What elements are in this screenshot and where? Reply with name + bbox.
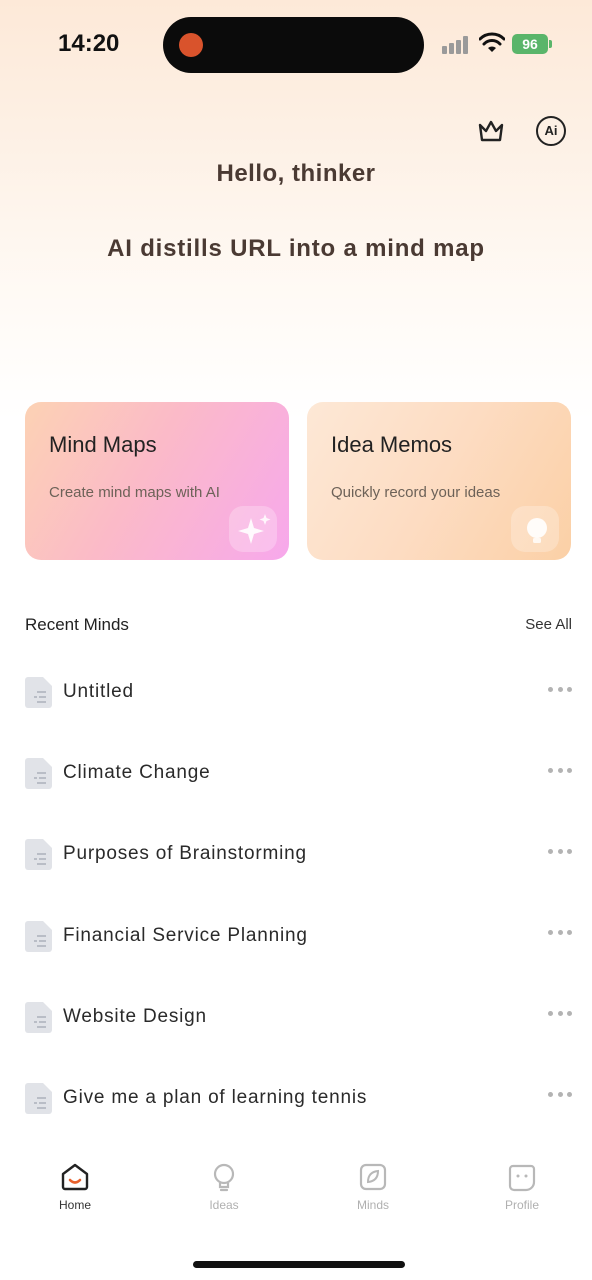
more-options-icon[interactable]: [548, 1008, 572, 1020]
lightbulb-icon: [213, 1163, 235, 1192]
mind-maps-card[interactable]: Mind Maps Create mind maps with AI: [25, 402, 289, 560]
sparkle-icon: [229, 506, 277, 552]
more-options-icon[interactable]: [548, 845, 572, 857]
tab-label: Minds: [356, 1198, 389, 1212]
recording-indicator-icon: [179, 33, 203, 57]
home-indicator: [193, 1261, 405, 1268]
list-item[interactable]: Give me a plan of learning tennis: [0, 1056, 592, 1137]
ai-assistant-button[interactable]: Ai: [536, 116, 566, 146]
item-title: Untitled: [63, 681, 134, 702]
profile-icon: [508, 1164, 536, 1192]
status-bar: 14:20 96: [0, 0, 592, 90]
more-options-icon[interactable]: [548, 683, 572, 695]
lightbulb-icon: [511, 506, 559, 552]
home-icon: [61, 1163, 89, 1191]
tab-bar: Home Ideas Minds Profile: [0, 1150, 592, 1230]
item-title: Purposes of Brainstorming: [63, 843, 307, 865]
wifi-icon: [479, 32, 505, 52]
item-title: Financial Service Planning: [63, 924, 308, 946]
tab-label: Profile: [504, 1198, 539, 1212]
recent-minds-list: Untitled Climate Change Purposes of Brai…: [0, 650, 592, 1137]
signal-icon: [442, 34, 472, 54]
section-title: Recent Minds: [25, 615, 129, 634]
greeting: Hello, thinker: [0, 160, 592, 213]
document-icon: [25, 758, 52, 790]
item-title: Website Design: [63, 1005, 207, 1027]
tab-minds[interactable]: Minds: [323, 1162, 423, 1212]
more-options-icon[interactable]: [548, 764, 572, 776]
card-subtitle: Quickly record your ideas: [331, 484, 501, 501]
item-title: Give me a plan of learning tennis: [63, 1086, 368, 1108]
leaf-icon: [359, 1163, 387, 1191]
dynamic-island: [163, 17, 424, 73]
card-title: Idea Memos: [331, 432, 453, 457]
document-icon: [25, 839, 52, 871]
tab-home[interactable]: Home: [25, 1162, 125, 1212]
list-item[interactable]: Purposes of Brainstorming: [0, 812, 592, 893]
tab-label: Ideas: [209, 1198, 239, 1212]
crown-icon[interactable]: [476, 116, 506, 146]
list-item[interactable]: Financial Service Planning: [0, 894, 592, 975]
see-all-link[interactable]: See All: [525, 616, 572, 633]
document-icon: [25, 1001, 52, 1033]
tab-ideas[interactable]: Ideas: [174, 1162, 274, 1212]
list-item[interactable]: Website Design: [0, 975, 592, 1056]
list-item[interactable]: Untitled: [0, 650, 592, 731]
battery-icon: 96: [512, 34, 552, 54]
document-icon: [25, 1082, 52, 1114]
document-icon: [25, 920, 52, 952]
status-time: 14:20: [58, 30, 120, 57]
document-icon: [25, 677, 52, 708]
tab-label: Home: [58, 1198, 91, 1212]
tagline: AI distills URL into a mind map: [107, 235, 485, 262]
more-options-icon[interactable]: [548, 1089, 572, 1101]
greeting-text: Hello, thinker: [216, 160, 376, 187]
list-item[interactable]: Climate Change: [0, 731, 592, 812]
card-subtitle: Create mind maps with AI: [49, 484, 220, 501]
card-title: Mind Maps: [49, 432, 157, 457]
idea-memos-card[interactable]: Idea Memos Quickly record your ideas: [307, 402, 571, 560]
more-options-icon[interactable]: [548, 927, 572, 939]
item-title: Climate Change: [63, 762, 211, 784]
tab-profile[interactable]: Profile: [472, 1162, 572, 1212]
